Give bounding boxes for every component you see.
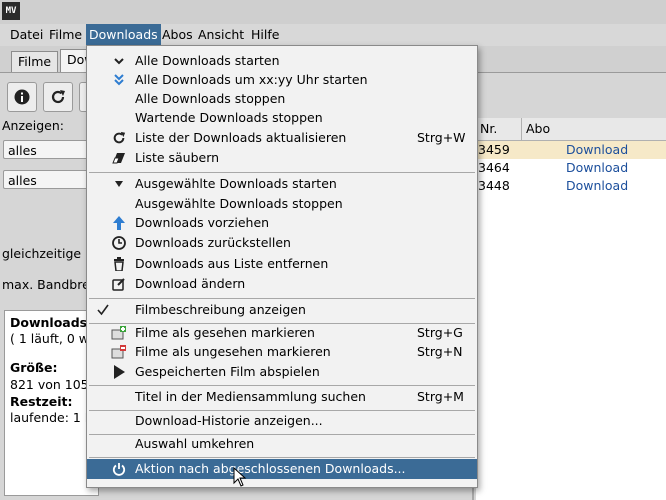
menu-separator	[89, 298, 475, 299]
column-header-abo[interactable]: Abo	[522, 118, 666, 140]
info-icon	[14, 89, 30, 105]
menu-item-edit-download[interactable]: Download ändern	[87, 274, 477, 294]
app-logo: MV	[2, 2, 20, 20]
menu-bar: Datei Filme Downloads Abos Ansicht Hilfe	[0, 24, 666, 46]
column-header-nr[interactable]: Nr.	[476, 118, 522, 140]
refresh-button[interactable]	[43, 82, 73, 112]
menu-ansicht[interactable]: Ansicht	[195, 24, 247, 46]
menu-item-stop-all[interactable]: Alle Downloads stoppen	[87, 89, 477, 109]
menu-item-action-after-downloads[interactable]: Aktion nach abgeschlossenen Downloads...	[87, 459, 477, 479]
edit-icon	[111, 277, 127, 291]
table-row[interactable]: 3464 Download	[476, 159, 666, 177]
mouse-cursor-icon	[233, 467, 247, 487]
play-icon	[111, 365, 127, 379]
menu-item-show-description[interactable]: Filmbeschreibung anzeigen	[87, 300, 477, 320]
row-nr: 3459	[478, 142, 510, 157]
download-info-box: Downloads: ( 1 läuft, 0 w Größe: 821 von…	[4, 310, 99, 496]
refresh-icon	[111, 131, 127, 145]
chevron-down-icon	[111, 54, 127, 68]
bandwidth-label: max. Bandbre	[2, 277, 90, 292]
downloads-status: ( 1 läuft, 0 w	[10, 331, 90, 346]
menu-filme[interactable]: Filme	[46, 24, 85, 46]
info-button[interactable]	[7, 82, 37, 112]
refresh-icon	[51, 90, 65, 104]
filter-combo-1[interactable]: alles	[3, 140, 93, 159]
menu-item-history[interactable]: Download-Historie anzeigen...	[87, 411, 477, 431]
row-nr: 3464	[478, 160, 510, 175]
row-download-link[interactable]: Download	[566, 159, 628, 177]
size-label: Größe:	[10, 360, 58, 375]
menu-separator	[89, 457, 475, 458]
remaining-value: laufende: 1 M	[10, 410, 96, 425]
row-download-link[interactable]: Download	[566, 177, 628, 195]
menu-item-mark-seen[interactable]: Filme als gesehen markieren Strg+G	[87, 323, 477, 343]
table-row[interactable]: 3459 Download	[476, 141, 666, 159]
downloads-label: Downloads:	[10, 315, 93, 330]
downloads-table: Nr. Abo 3459 Download 3464 Download 3448…	[476, 118, 666, 500]
table-row[interactable]: 3448 Download	[476, 177, 666, 195]
check-icon	[95, 303, 111, 317]
caret-down-icon	[111, 177, 127, 191]
menu-item-refresh-list[interactable]: Liste der Downloads aktualisieren Strg+W	[87, 128, 477, 148]
arrow-up-icon	[111, 216, 127, 230]
trash-icon	[111, 257, 127, 271]
menu-item-invert-selection[interactable]: Auswahl umkehren	[87, 434, 477, 454]
menu-downloads[interactable]: Downloads	[86, 24, 161, 46]
remaining-label: Restzeit:	[10, 394, 73, 409]
menu-separator	[89, 172, 475, 173]
menu-item-stop-selected[interactable]: Ausgewählte Downloads stoppen	[87, 194, 477, 214]
menu-item-start-all[interactable]: Alle Downloads starten	[87, 51, 477, 71]
downloads-menu: Alle Downloads starten Alle Downloads um…	[86, 45, 478, 488]
row-download-link[interactable]: Download	[566, 141, 628, 159]
menu-separator	[89, 385, 475, 386]
menu-item-clean-list[interactable]: Liste säubern	[87, 148, 477, 168]
row-nr: 3448	[478, 178, 510, 193]
menu-item-stop-waiting[interactable]: Wartende Downloads stoppen	[87, 108, 477, 128]
menu-item-play-saved[interactable]: Gespeicherten Film abspielen	[87, 362, 477, 382]
filter-combo-2[interactable]: alles	[3, 170, 93, 189]
title-bar: MV	[0, 0, 666, 24]
table-header: Nr. Abo	[476, 118, 666, 141]
tab-filme[interactable]: Filme	[11, 51, 59, 72]
mark-seen-icon	[111, 326, 127, 340]
menu-item-defer[interactable]: Downloads zurückstellen	[87, 233, 477, 253]
menu-hilfe[interactable]: Hilfe	[248, 24, 282, 46]
menu-item-mark-unseen[interactable]: Filme als ungesehen markieren Strg+N	[87, 342, 477, 362]
menu-item-remove[interactable]: Downloads aus Liste entfernen	[87, 254, 477, 274]
menu-item-search-media[interactable]: Titel in der Mediensammlung suchen Strg+…	[87, 387, 477, 407]
menu-item-start-selected[interactable]: Ausgewählte Downloads starten	[87, 174, 477, 194]
menu-datei[interactable]: Datei	[7, 24, 46, 46]
size-value: 821 von 105	[10, 377, 89, 392]
concurrent-downloads-label: gleichzeitige D	[2, 246, 95, 261]
double-chevron-down-icon	[111, 73, 127, 87]
mark-unseen-icon	[111, 345, 127, 359]
menu-abos[interactable]: Abos	[159, 24, 196, 46]
anzeigen-label: Anzeigen:	[2, 118, 64, 133]
power-icon	[111, 462, 127, 476]
clock-icon	[111, 236, 127, 250]
menu-item-start-all-at-time[interactable]: Alle Downloads um xx:yy Uhr starten	[87, 70, 477, 90]
menu-item-move-up[interactable]: Downloads vorziehen	[87, 213, 477, 233]
eraser-icon	[111, 151, 127, 165]
